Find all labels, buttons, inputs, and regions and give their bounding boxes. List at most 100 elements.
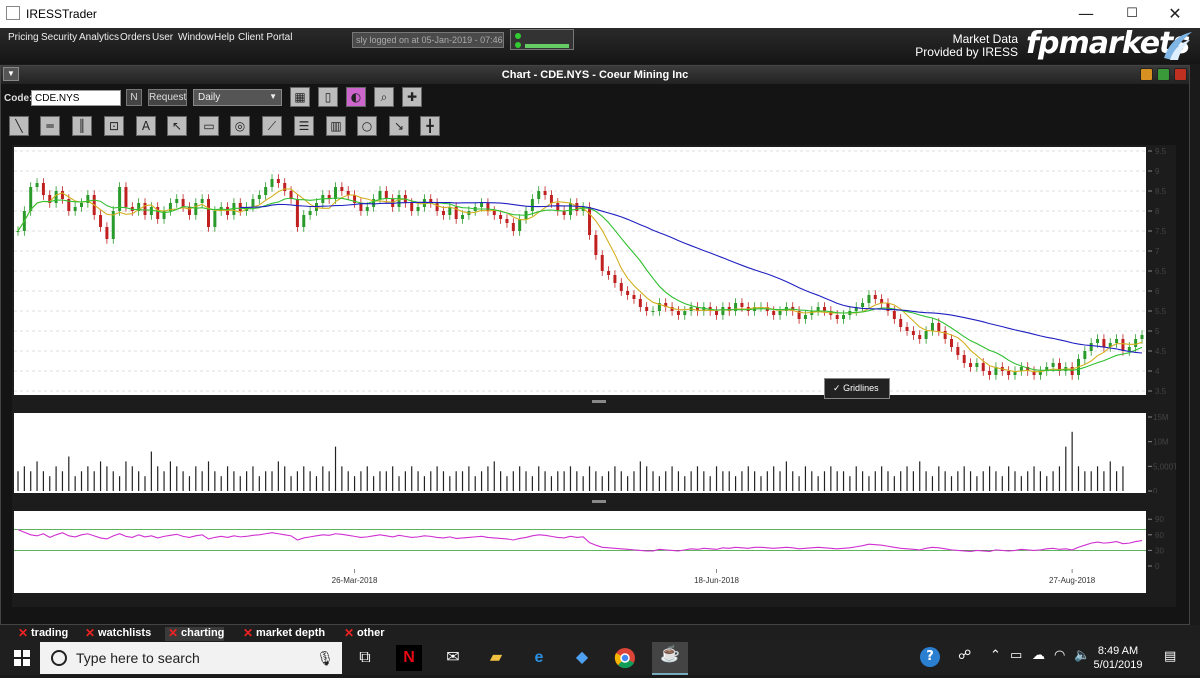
wifi-icon[interactable]: ◠ [1054, 648, 1065, 663]
candle-body [340, 187, 344, 191]
fibonacci-fan-icon[interactable]: ⟋ [262, 116, 282, 136]
window-menu-icon[interactable]: ▼ [3, 67, 19, 81]
tools-icon[interactable]: ✚ [402, 87, 422, 107]
candle-body [416, 207, 420, 211]
price-tick-label: 6 [1155, 287, 1160, 296]
status-light-icon [515, 33, 521, 39]
app-title: IRESSTrader [26, 7, 97, 21]
rsi-chart [14, 529, 1146, 552]
notifications-icon[interactable]: ▤ [1164, 649, 1176, 664]
rsi-tick-label: 30 [1155, 546, 1164, 555]
gann-icon[interactable]: ▥ [326, 116, 346, 136]
edge-browser-icon[interactable]: e [526, 645, 552, 671]
java-app-taskbar-icon[interactable]: ☕ [652, 642, 688, 675]
new-page-icon[interactable]: ▯ [318, 87, 338, 107]
n-button[interactable]: N [126, 89, 142, 106]
candle-body [651, 311, 655, 312]
fibonacci-retracement-icon[interactable]: ☰ [294, 116, 314, 136]
tab-charting[interactable]: ✕ charting [165, 626, 225, 641]
netflix-icon[interactable]: N [396, 645, 422, 671]
candle-body [194, 203, 198, 215]
color-palette-icon[interactable]: ◐ [346, 87, 366, 107]
volume-tick-label: 10M [1153, 438, 1169, 447]
context-menu-gridlines[interactable]: ✓ Gridlines [824, 378, 890, 399]
candle-body [346, 191, 350, 195]
menu-analytics[interactable]: Analytics [79, 32, 119, 43]
menu-user[interactable]: User [152, 32, 173, 43]
close-tab-icon[interactable]: ✕ [243, 626, 253, 640]
price-panel[interactable] [14, 147, 1146, 395]
volume-icon[interactable]: 🔈 [1074, 648, 1090, 663]
candle-body [448, 207, 452, 215]
candle-body [803, 315, 807, 319]
mail-icon[interactable]: ✉ [440, 645, 466, 671]
close-button[interactable]: ✕ [1152, 0, 1198, 28]
menu-window[interactable]: Window [178, 32, 214, 43]
candle-body [594, 235, 598, 255]
taskbar-search[interactable]: Type here to search 🎙 [40, 642, 342, 674]
file-explorer-icon[interactable]: ▰ [483, 645, 509, 671]
window-maximize-icon[interactable] [1157, 68, 1170, 81]
candle-body [486, 203, 490, 211]
splitter-handle-icon[interactable] [592, 400, 606, 403]
horizontal-line-icon[interactable]: ═ [40, 116, 60, 136]
chart-area[interactable]: 9.5 9 8.5 8 7.5 7 6.5 6 5.5 5 4.5 4 3.5 15M 10M 5,000T… [12, 145, 1176, 607]
splitter-handle-icon[interactable] [592, 500, 606, 503]
candle-body [257, 195, 261, 199]
candle-body [16, 231, 20, 232]
menu-client-portal[interactable]: Client Portal [238, 32, 292, 43]
tab-market-depth[interactable]: ✕ market depth [240, 626, 325, 641]
maximize-button[interactable]: ☐ [1109, 0, 1155, 28]
menu-orders[interactable]: Orders [120, 32, 151, 43]
vertical-line-icon[interactable]: ║ [72, 116, 92, 136]
rsi-tick-label: 90 [1155, 515, 1164, 524]
microphone-icon[interactable]: 🎙 [316, 642, 334, 674]
volume-panel[interactable] [14, 413, 1146, 493]
menu-help[interactable]: Help [214, 32, 235, 43]
text-tool-icon[interactable]: A [136, 116, 156, 136]
close-tab-icon[interactable]: ✕ [18, 626, 28, 640]
chevron-up-icon[interactable]: ⌃ [990, 648, 1001, 663]
arrow-icon[interactable]: ↘ [389, 116, 409, 136]
dropbox-icon[interactable]: ◆ [569, 645, 595, 671]
tab-trading[interactable]: ✕ trading [15, 626, 69, 641]
candle-body [334, 187, 338, 199]
chrome-icon[interactable] [612, 645, 638, 671]
price-tick-label: 7 [1155, 247, 1160, 256]
windows-start-icon[interactable] [14, 650, 30, 666]
window-close-icon[interactable] [1174, 68, 1187, 81]
crosshair-icon[interactable]: ╋ [420, 116, 440, 136]
code-input[interactable] [31, 90, 121, 106]
window-minimize-icon[interactable] [1140, 68, 1153, 81]
chart-style-icon[interactable]: ▦ [290, 87, 310, 107]
people-icon[interactable]: ☍ [958, 648, 971, 663]
close-tab-icon[interactable]: ✕ [344, 626, 354, 640]
menu-security[interactable]: Security [41, 32, 77, 43]
trendline-icon[interactable]: ╲ [9, 116, 29, 136]
tab-label: trading [31, 627, 69, 639]
battery-icon[interactable]: ▭ [1010, 648, 1022, 663]
clock-date: 5/01/2019 [1093, 659, 1143, 671]
tab-watchlists[interactable]: ✕ watchlists [82, 626, 151, 641]
pointer-icon[interactable]: ↖ [167, 116, 187, 136]
ellipse-icon[interactable]: ◎ [230, 116, 250, 136]
task-view-icon[interactable]: ⧉ [352, 645, 378, 671]
candle-body [988, 371, 992, 375]
period-select[interactable]: Daily ▼ [193, 89, 282, 106]
close-tab-icon[interactable]: ✕ [85, 626, 95, 640]
menu-pricing[interactable]: Pricing [8, 32, 39, 43]
circle-icon[interactable]: ○ [357, 116, 377, 136]
close-tab-icon[interactable]: ✕ [168, 626, 178, 640]
candle-body [600, 255, 604, 271]
taskbar-clock[interactable]: 8:49 AM 5/01/2019 [1090, 644, 1146, 672]
rsi-panel[interactable] [14, 511, 1146, 569]
onedrive-icon[interactable]: ☁ [1032, 648, 1045, 663]
zoom-box-icon[interactable]: ⊡ [104, 116, 124, 136]
help-icon[interactable]: ? [920, 647, 940, 667]
rectangle-icon[interactable]: ▭ [199, 116, 219, 136]
tab-other[interactable]: ✕ other [341, 626, 385, 641]
request-button[interactable]: Request [148, 89, 187, 106]
zoom-icon[interactable]: ⌕ [374, 87, 394, 107]
minimize-button[interactable]: — [1063, 0, 1109, 28]
candle-body [302, 215, 306, 227]
